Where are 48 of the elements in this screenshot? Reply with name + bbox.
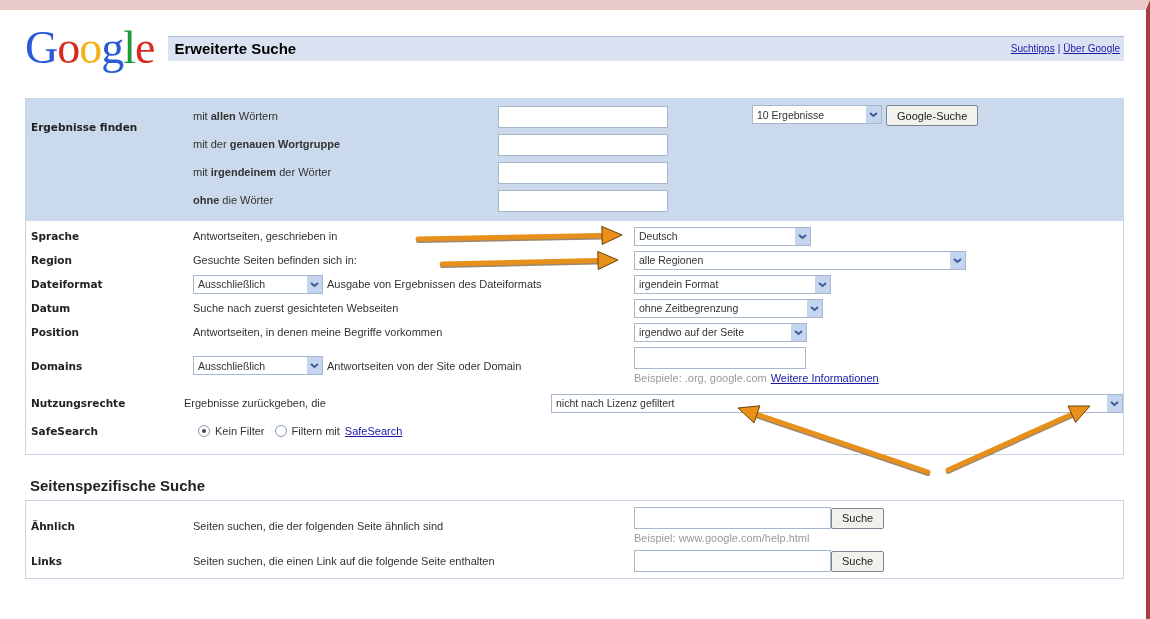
option-label: Dateiformat xyxy=(31,278,104,290)
search-prompt: mit der genauen Wortgruppe xyxy=(193,137,341,152)
example-hint: Beispiele: .org, google.com xyxy=(634,372,767,384)
option-description: Seiten suchen, die einen Link auf die folgende Seite enthalten xyxy=(193,555,495,567)
info-link[interactable]: Weitere Informationen xyxy=(770,372,879,384)
option-label: Nutzungsrechte xyxy=(31,397,127,409)
option-label: Region xyxy=(31,254,73,266)
option-description: Seiten suchen, die der folgenden Seite ähnlich sind xyxy=(193,519,444,532)
option-description: Antwortseiten, in denen meine Begriffe vorkommen xyxy=(193,326,443,338)
dropdown[interactable]: irgendein Format xyxy=(634,274,831,294)
google-logo: Google xyxy=(25,25,155,71)
page-title: Erweiterte Suche xyxy=(174,40,297,57)
section-heading: Seitenspezifische Suche xyxy=(30,477,207,494)
dropdown[interactable]: nicht nach Lizenz gefiltert xyxy=(551,393,1123,413)
dropdown[interactable]: irgendwo auf der Seite xyxy=(634,322,807,342)
option-label: SafeSearch xyxy=(31,425,99,437)
option-description: Antwortseiten, geschrieben in xyxy=(193,230,338,242)
option-description: Ausgabe von Ergebnissen des Dateiformats xyxy=(327,278,542,290)
search-prompt: mit allen Wörtern xyxy=(193,109,278,124)
option-description: Antwortseiten von der Site oder Domain xyxy=(327,359,522,372)
dropdown[interactable]: Ausschließlich xyxy=(193,274,323,294)
dropdown[interactable]: alle Regionen xyxy=(634,250,966,270)
search-prompt: ohne die Wörter xyxy=(193,193,274,208)
dropdown[interactable]: ohne Zeitbegrenzung xyxy=(634,298,823,318)
header-link[interactable]: Suchtipps xyxy=(1010,43,1055,54)
section-label: Ergebnisse finden xyxy=(30,120,139,135)
link-separator: | xyxy=(1057,43,1061,54)
option-description: Ergebnisse zurückgeben, die xyxy=(184,397,326,409)
search-button[interactable]: Suche xyxy=(831,550,885,572)
option-label: Position xyxy=(31,326,81,338)
option-label: Domains xyxy=(31,359,84,372)
option-label: Sprache xyxy=(31,230,81,242)
google-search-button[interactable]: Google-Suche xyxy=(886,105,979,126)
option-label: Ähnlich xyxy=(31,519,76,532)
dropdown[interactable]: Ausschließlich xyxy=(193,356,323,375)
radio-label: Filtern mit xyxy=(291,425,340,437)
dropdown[interactable]: 10 Ergebnisse xyxy=(752,105,882,124)
safesearch-link[interactable]: SafeSearch xyxy=(344,425,403,437)
dropdown[interactable]: Deutsch xyxy=(634,226,811,246)
option-description: Gesuchte Seiten befinden sich in: xyxy=(193,254,357,266)
option-label: Links xyxy=(31,555,63,567)
example-hint: Beispiel: www.google.com/help.html xyxy=(634,532,811,544)
search-prompt: mit irgendeinem der Wörter xyxy=(193,165,332,180)
option-description: Suche nach zuerst gesichteten Webseiten xyxy=(193,302,399,314)
radio-label: Kein Filter xyxy=(215,425,265,437)
option-label: Datum xyxy=(31,302,72,314)
header-link[interactable]: Über Google xyxy=(1063,43,1120,54)
search-button[interactable]: Suche xyxy=(831,507,885,529)
